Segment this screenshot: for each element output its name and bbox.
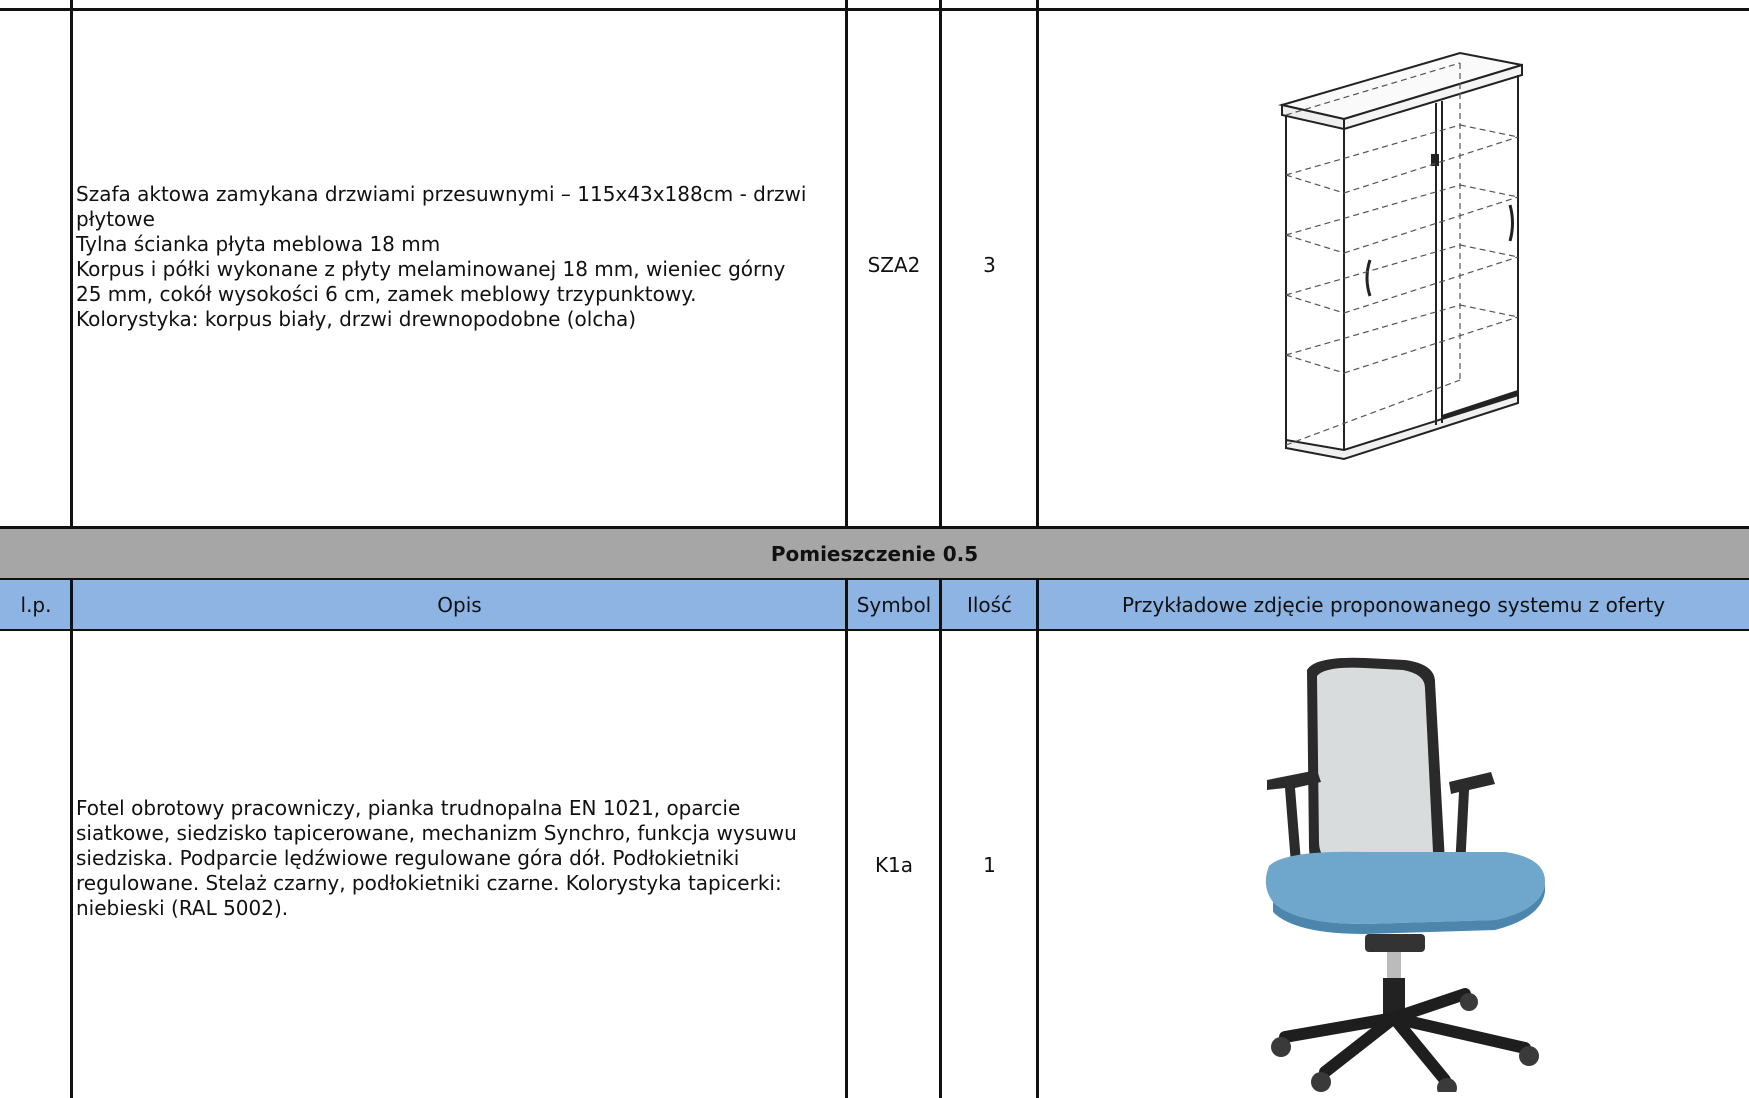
header-lp: l.p. [20, 593, 52, 617]
row2-description: Fotel obrotowy pracowniczy, pianka trudn… [76, 796, 797, 920]
grid-line [845, 579, 848, 1098]
sliding-door-cabinet-image [1278, 51, 1523, 461]
grid-line [0, 578, 1749, 580]
grid-line [70, 0, 73, 529]
grid-line [939, 0, 942, 529]
header-opis: Opis [437, 593, 482, 617]
section-title: Pomieszczenie 0.5 [770, 542, 979, 566]
row2-symbol: K1a [874, 852, 914, 877]
grid-line [845, 0, 848, 529]
row2-quantity: 1 [983, 852, 996, 877]
row1-quantity: 3 [983, 252, 996, 277]
grid-line [0, 8, 1749, 11]
row1-symbol: SZA2 [867, 252, 921, 277]
header-photo: Przykładowe zdjęcie proponowanego system… [1121, 593, 1666, 617]
grid-line [70, 579, 73, 1098]
grid-line [939, 579, 942, 1098]
header-symbol: Symbol [856, 593, 932, 617]
grid-line [0, 629, 1749, 631]
office-chair-image [1265, 657, 1546, 1092]
grid-line [0, 526, 1749, 529]
row1-description: Szafa aktowa zamykana drzwiami przesuwny… [76, 182, 807, 331]
grid-line [1036, 579, 1039, 1098]
header-ilosc: Ilość [966, 593, 1013, 617]
grid-line [1036, 0, 1039, 529]
spreadsheet-table: Szafa aktowa zamykana drzwiami przesuwny… [0, 0, 1749, 1098]
